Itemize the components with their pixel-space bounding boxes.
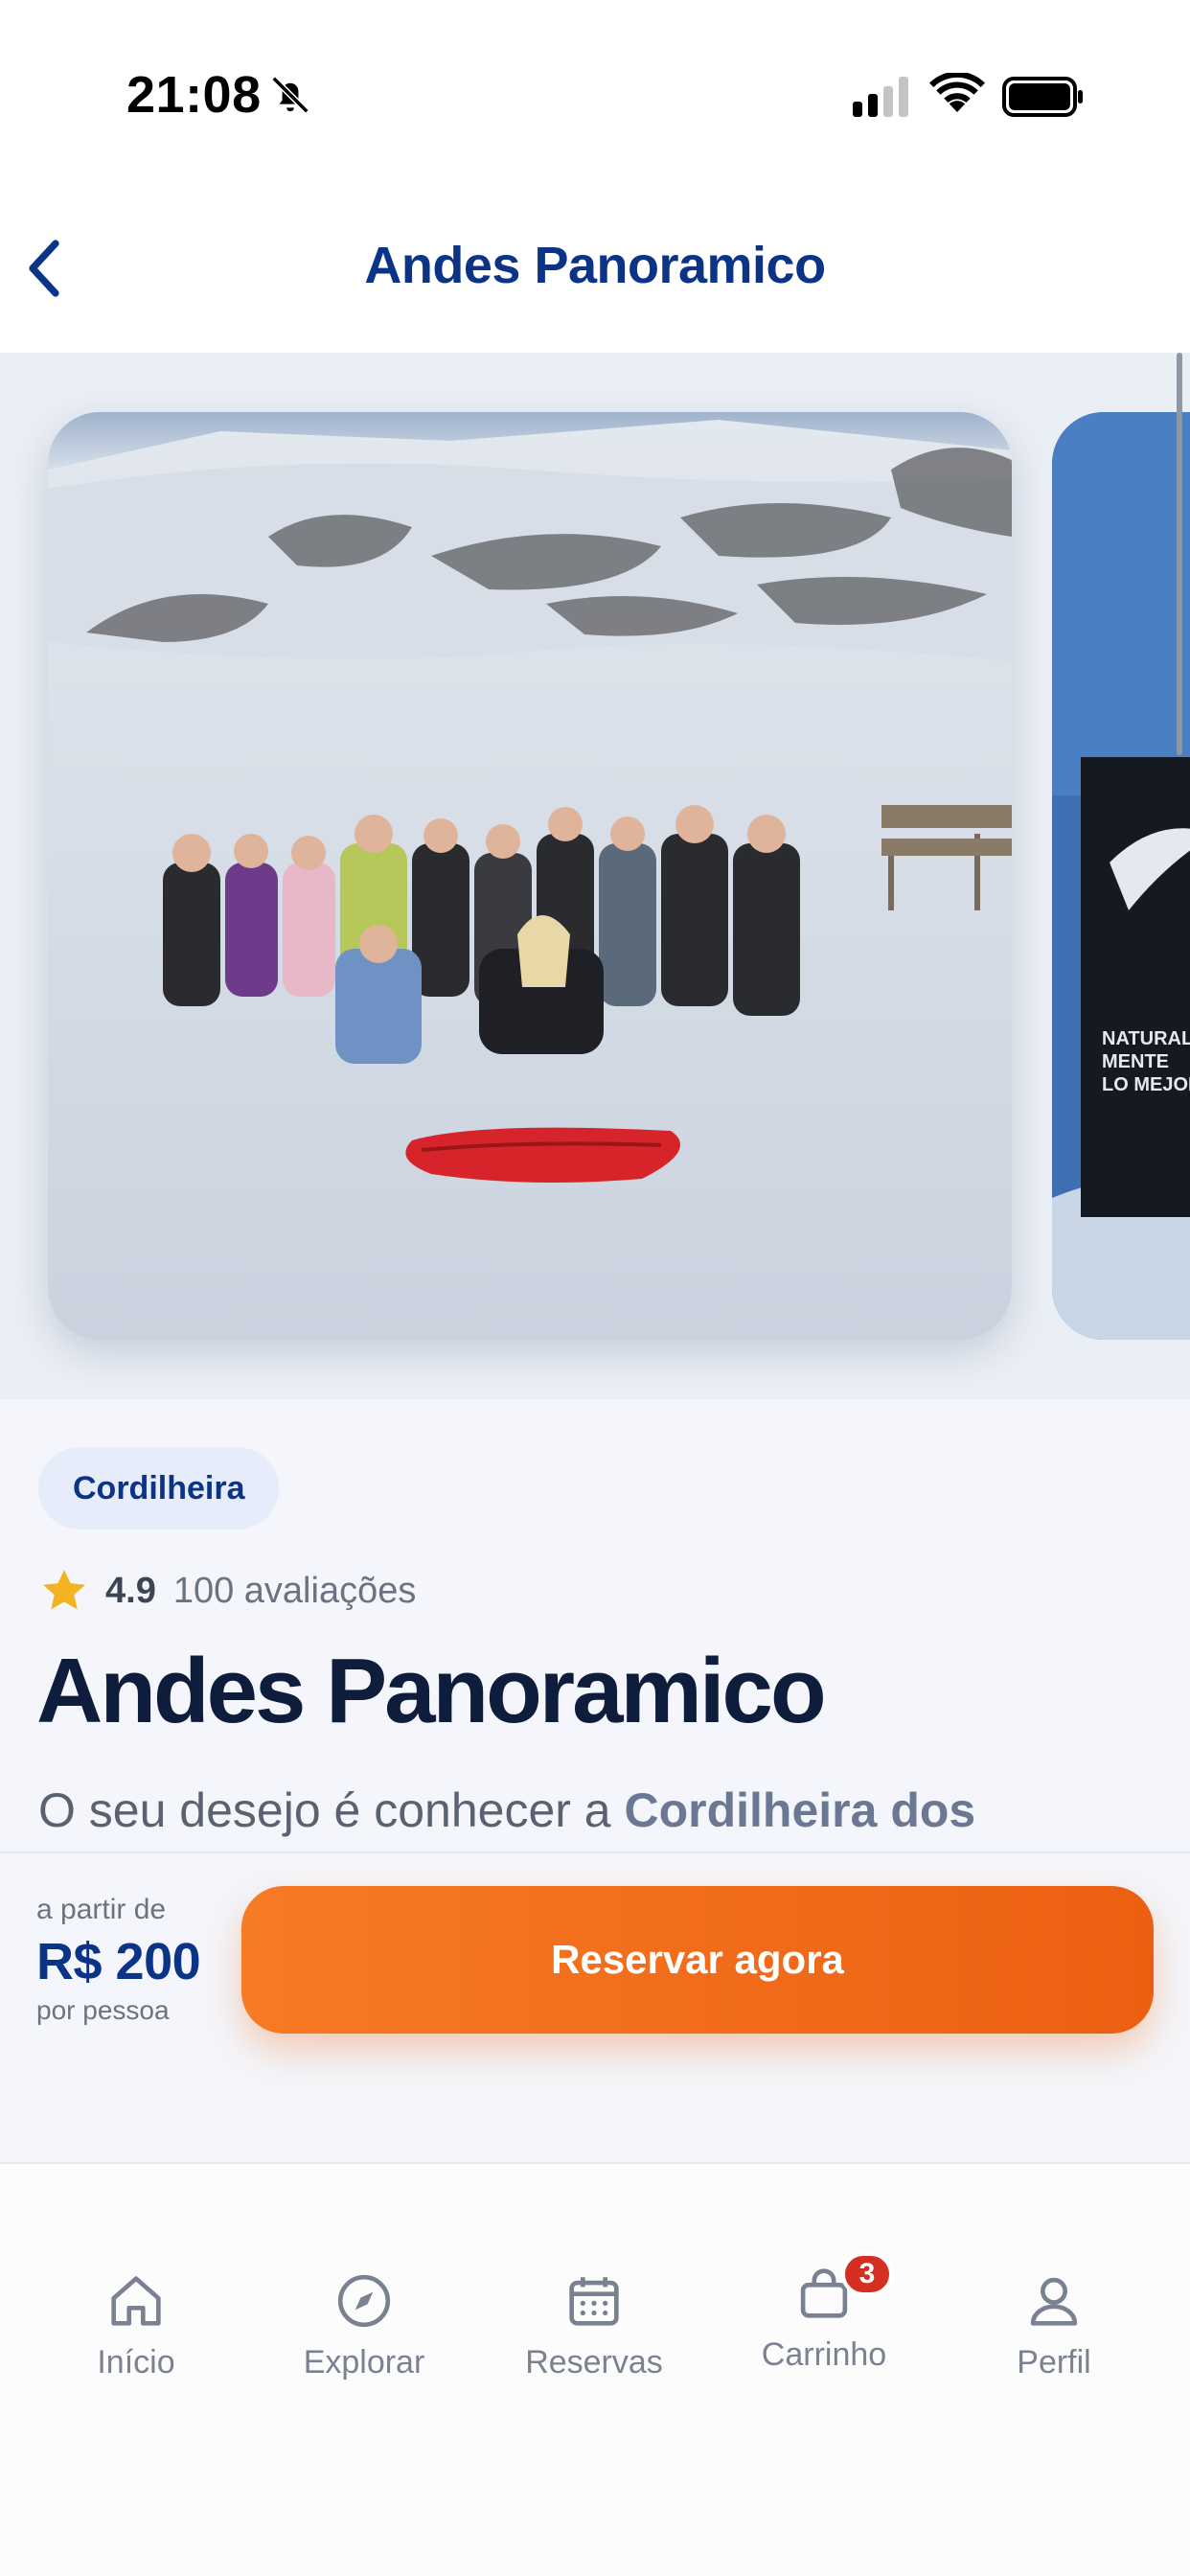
cellular-signal-icon xyxy=(853,77,908,117)
rating-row: 4.9 100 avaliações xyxy=(38,1564,416,1618)
photo-gallery[interactable]: NATURAL MENTE LO MEJOR xyxy=(0,353,1190,1399)
svg-text:NATURAL: NATURAL xyxy=(1102,1028,1190,1049)
booking-bar: a partir de R$ 200 por pessoa Reservar a… xyxy=(0,1852,1190,2162)
sign-photo: NATURAL MENTE LO MEJOR xyxy=(1052,412,1190,1340)
compass-icon xyxy=(337,2274,391,2328)
bell-muted-icon xyxy=(271,76,309,114)
tour-photo[interactable] xyxy=(48,412,1012,1340)
cart-badge: 3 xyxy=(841,2252,893,2296)
tab-explore-label: Explorar xyxy=(303,2344,425,2380)
user-icon xyxy=(1030,2277,1078,2326)
tab-bookings-label: Reservas xyxy=(525,2344,663,2380)
price-value: R$ 200 xyxy=(36,1933,201,1990)
category-chip[interactable]: Cordilheira xyxy=(38,1447,280,1530)
description-highlight: Cordilheira dos xyxy=(624,1783,976,1837)
price-from-label: a partir de xyxy=(36,1894,167,1925)
status-time: 21:08 xyxy=(126,66,262,124)
tab-bar: Início Explorar Reservas 3 Carrinho Perf… xyxy=(0,2162,1190,2576)
star-icon xyxy=(42,1569,86,1610)
tab-cart-label: Carrinho xyxy=(761,2336,887,2373)
description-text: O seu desejo é conhecer a xyxy=(38,1783,625,1837)
svg-text:MENTE: MENTE xyxy=(1102,1051,1169,1072)
tab-profile[interactable]: Perfil xyxy=(958,2267,1150,2381)
review-count: 100 avaliações xyxy=(172,1570,417,1611)
wifi-icon xyxy=(929,73,985,112)
calendar-icon xyxy=(569,2277,619,2326)
header: Andes Panoramico xyxy=(0,192,1190,353)
tab-cart[interactable]: 3 Carrinho xyxy=(728,2252,920,2374)
tour-title: Andes Panoramico xyxy=(36,1640,827,1742)
rating-value: 4.9 xyxy=(105,1570,156,1611)
tab-explore[interactable]: Explorar xyxy=(268,2267,460,2381)
battery-icon xyxy=(1002,77,1083,117)
tab-home[interactable]: Início xyxy=(40,2267,232,2381)
gallery-scroll-indicator xyxy=(1177,353,1182,755)
price-unit: por pessoa xyxy=(36,1995,170,2025)
svg-text:LO MEJOR: LO MEJOR xyxy=(1102,1074,1190,1095)
page-title: Andes Panoramico xyxy=(364,237,826,294)
status-bar: 21:08 xyxy=(0,0,1190,192)
tab-bookings[interactable]: Reservas xyxy=(498,2267,690,2381)
tour-photo-next[interactable]: NATURAL MENTE LO MEJOR xyxy=(1052,412,1190,1340)
reserve-now-button[interactable]: Reservar agora xyxy=(241,1886,1154,2034)
tab-home-label: Início xyxy=(97,2344,175,2380)
home-icon xyxy=(111,2276,161,2326)
snow-mountain-group-photo xyxy=(48,412,1012,1340)
tour-details: Cordilheira 4.9 100 avaliações Andes Pan… xyxy=(0,1399,1190,1852)
tour-description: O seu desejo é conhecer a Cordilheira do… xyxy=(38,1782,1169,1852)
tab-profile-label: Perfil xyxy=(1017,2344,1091,2380)
